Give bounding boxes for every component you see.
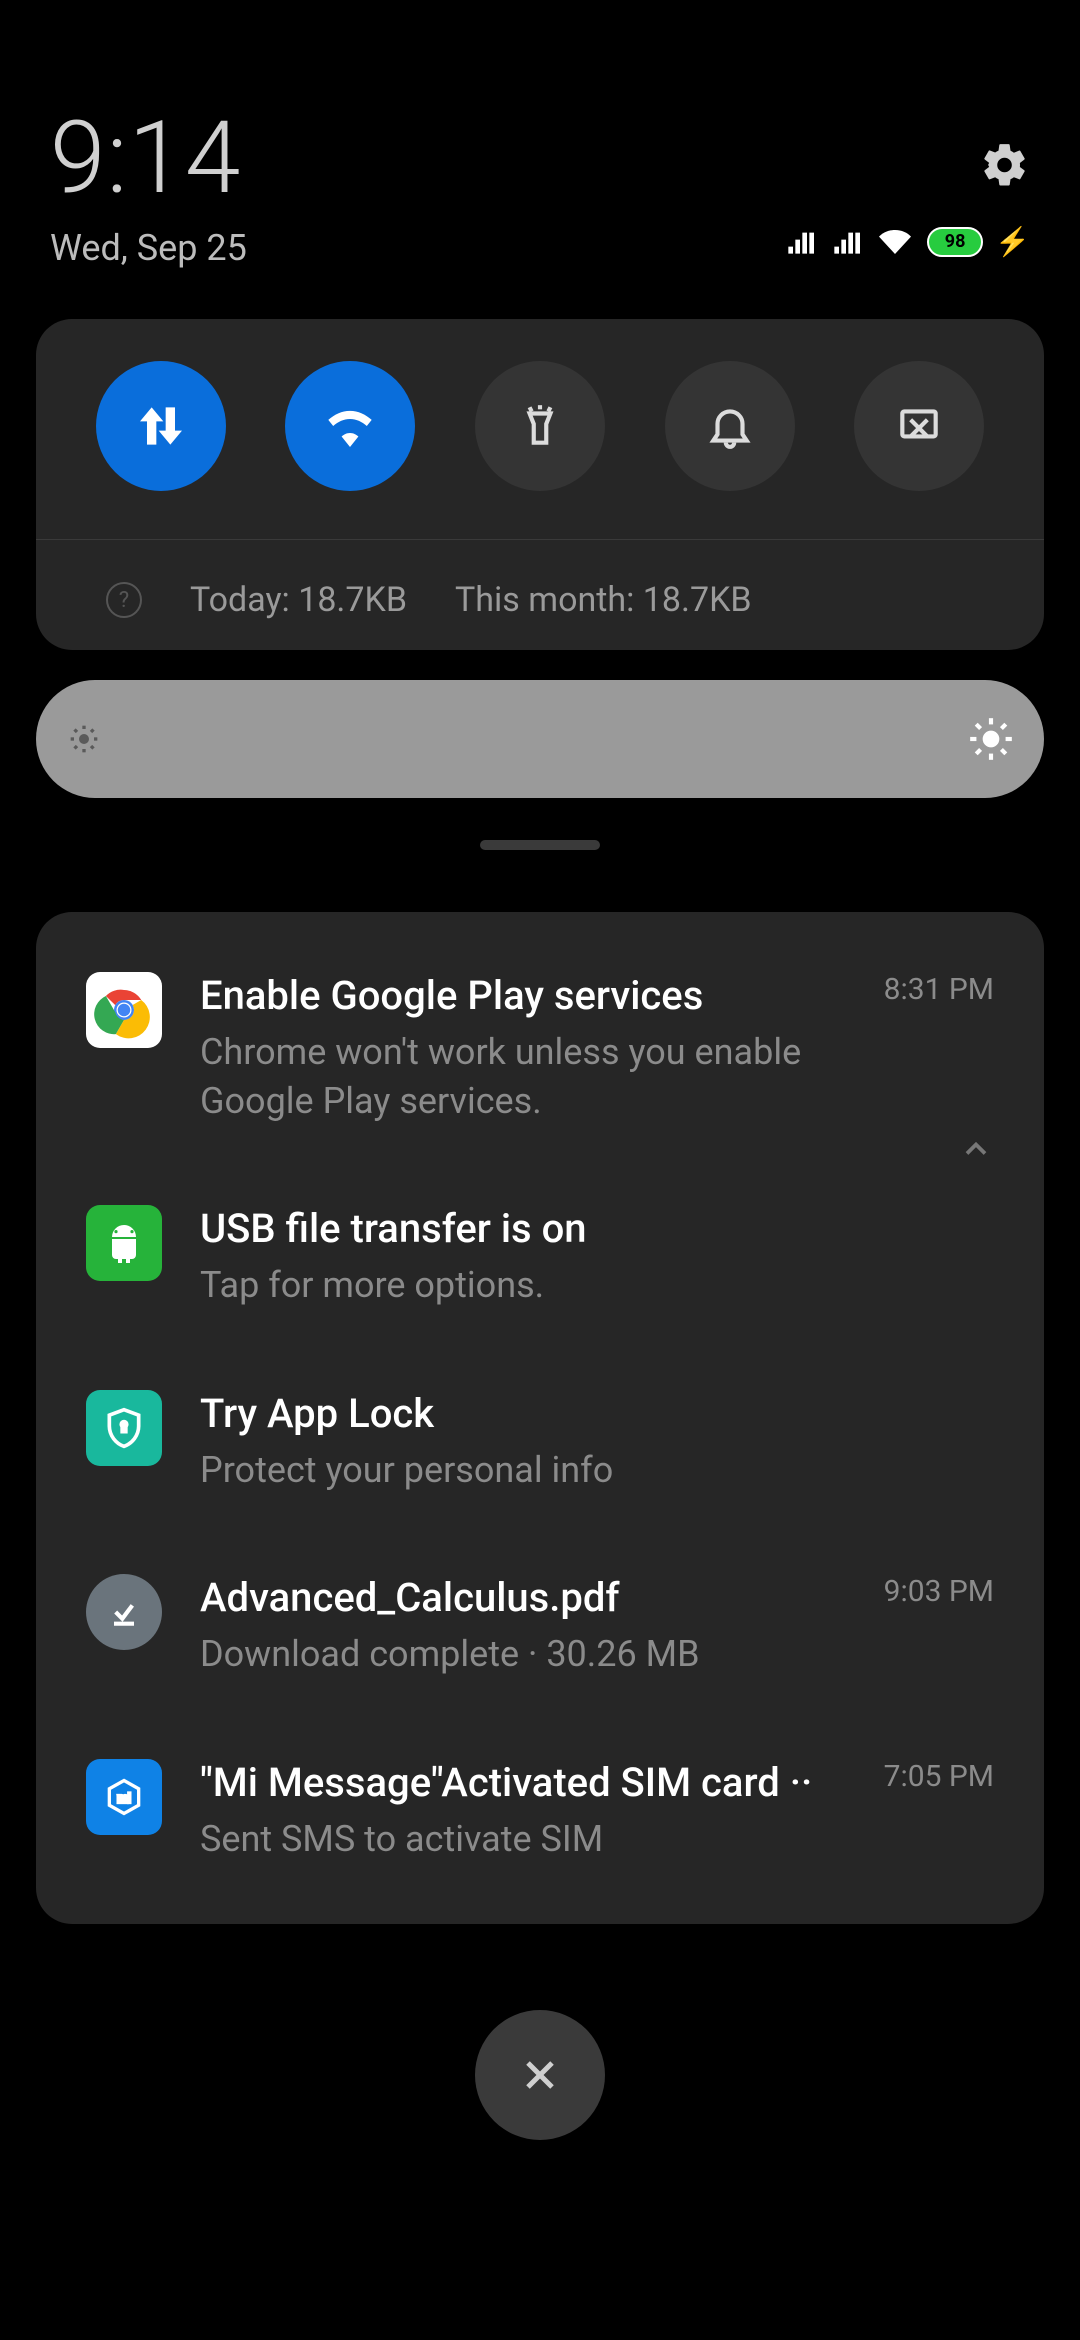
svg-text:mi: mi bbox=[117, 1790, 131, 1805]
battery-indicator: 98 bbox=[927, 227, 983, 257]
quick-settings-panel: ? Today: 18.7KB This month: 18.7KB bbox=[36, 319, 1044, 650]
close-icon bbox=[516, 2051, 564, 2099]
notification-item[interactable]: Try App Lock Protect your personal info bbox=[86, 1390, 994, 1495]
qs-tile-mobile-data[interactable] bbox=[96, 361, 226, 491]
notification-panel: Enable Google Play services Chrome won't… bbox=[36, 912, 1044, 1924]
status-bar-icons: 98 ⚡ bbox=[783, 225, 1030, 258]
android-icon bbox=[86, 1205, 162, 1281]
flashlight-icon bbox=[515, 401, 565, 451]
settings-button[interactable] bbox=[980, 140, 1030, 190]
notification-item[interactable]: Enable Google Play services Chrome won't… bbox=[86, 972, 994, 1125]
download-complete-icon bbox=[86, 1574, 162, 1650]
notification-time: 8:31 PM bbox=[884, 972, 994, 1125]
mi-icon: mi bbox=[86, 1759, 162, 1835]
panel-drag-handle[interactable] bbox=[480, 840, 600, 850]
notification-item[interactable]: Advanced_Calculus.pdf Download complete … bbox=[86, 1574, 994, 1679]
notification-text: Protect your personal info bbox=[200, 1446, 994, 1495]
clear-all-button[interactable] bbox=[475, 2010, 605, 2140]
notification-time: 9:03 PM bbox=[884, 1574, 994, 1679]
notification-time: 7:05 PM bbox=[884, 1759, 994, 1864]
clock-time: 9:14 bbox=[50, 100, 1030, 217]
signal-icon bbox=[829, 228, 863, 256]
notification-title: Try App Lock bbox=[200, 1390, 994, 1438]
notification-text: Chrome won't work unless you enable Goog… bbox=[200, 1028, 846, 1125]
notification-title: "Mi Message"Activated SIM card ·· bbox=[200, 1759, 846, 1807]
wifi-icon bbox=[875, 226, 915, 258]
notification-title: Enable Google Play services bbox=[200, 972, 846, 1020]
bell-icon bbox=[705, 401, 755, 451]
notification-text: Download complete · 30.26 MB bbox=[200, 1630, 846, 1679]
screenshot-icon bbox=[894, 401, 944, 451]
wifi-icon bbox=[322, 398, 378, 454]
notification-title: Advanced_Calculus.pdf bbox=[200, 1574, 846, 1622]
notification-text: Tap for more options. bbox=[200, 1261, 994, 1310]
notification-item[interactable]: USB file transfer is on Tap for more opt… bbox=[86, 1205, 994, 1310]
shield-icon bbox=[86, 1390, 162, 1466]
charging-icon: ⚡ bbox=[995, 225, 1030, 258]
notification-text: Sent SMS to activate SIM bbox=[200, 1815, 846, 1864]
data-usage-month: This month: 18.7KB bbox=[455, 580, 752, 620]
qs-tile-screenshot[interactable] bbox=[854, 361, 984, 491]
qs-tile-flashlight[interactable] bbox=[475, 361, 605, 491]
qs-tile-dnd[interactable] bbox=[665, 361, 795, 491]
qs-tile-wifi[interactable] bbox=[285, 361, 415, 491]
mobile-data-icon bbox=[133, 398, 189, 454]
chrome-icon bbox=[86, 972, 162, 1048]
brightness-slider[interactable] bbox=[36, 680, 1044, 798]
brightness-high-icon bbox=[966, 714, 1016, 764]
expand-chevron-icon[interactable] bbox=[958, 1131, 994, 1171]
help-icon[interactable]: ? bbox=[106, 582, 142, 618]
notification-item[interactable]: mi "Mi Message"Activated SIM card ·· Sen… bbox=[86, 1759, 994, 1864]
brightness-low-icon bbox=[64, 719, 104, 759]
gear-icon bbox=[980, 140, 1030, 190]
signal-icon bbox=[783, 228, 817, 256]
notification-title: USB file transfer is on bbox=[200, 1205, 994, 1253]
data-usage-today: Today: 18.7KB bbox=[190, 580, 407, 620]
